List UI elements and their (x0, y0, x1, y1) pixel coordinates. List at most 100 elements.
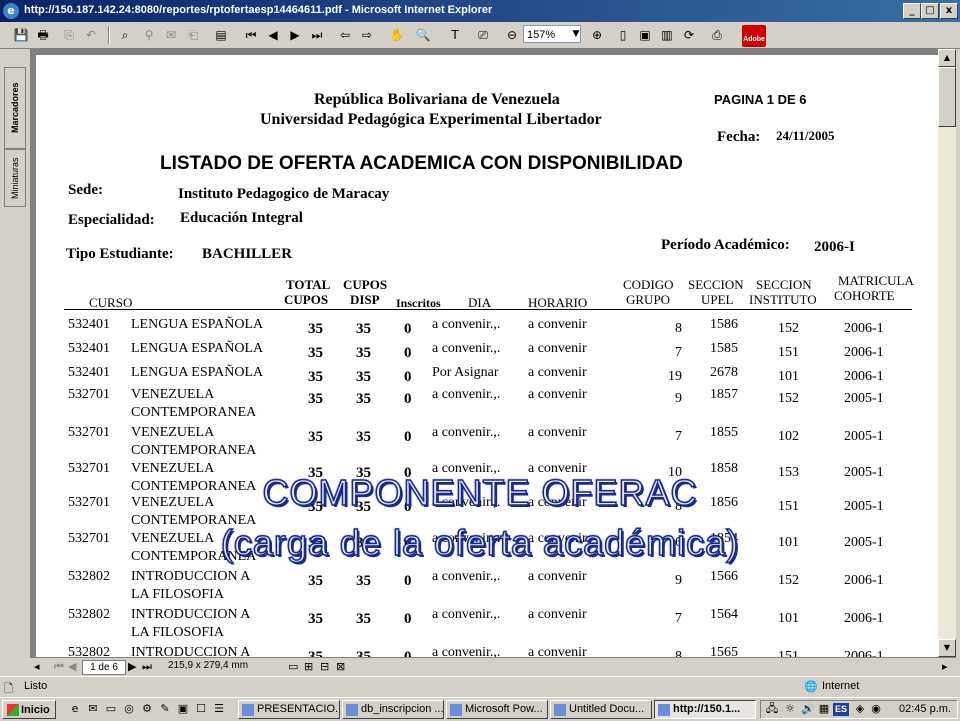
sun-clip-tray-icon[interactable]: ☼ (783, 702, 797, 716)
cell-cohorte: 2006-1 (844, 649, 884, 657)
chevron-down-icon[interactable]: ▼ (571, 26, 581, 42)
tipo-estudiante-label: Tipo Estudiante: (66, 246, 174, 262)
print-icon[interactable]: 🖶 (34, 26, 52, 44)
scroll-up-icon[interactable]: ▲ (938, 49, 956, 67)
ie-quicklaunch-icon[interactable]: e (68, 702, 82, 716)
cell-grupo: 19 (668, 369, 682, 384)
start-button[interactable]: Inicio (2, 700, 56, 719)
header-total-cupos-2: CUPOS (284, 292, 329, 307)
copy-icon[interactable]: ⎘ (60, 26, 78, 44)
page-number-input[interactable]: 1 de 6 (82, 660, 126, 675)
fit-page-icon[interactable]: ▣ (636, 26, 654, 44)
cell-insc: 0 (404, 369, 412, 385)
task-http[interactable]: http://150.1... (654, 700, 756, 719)
tab-marcadores[interactable]: Marcadores (4, 67, 26, 149)
first-page-status-icon[interactable]: ⏮ (54, 659, 64, 675)
cell-cohorte: 2006-1 (844, 345, 884, 360)
email-icon[interactable]: ✉ (162, 26, 180, 44)
next-page-status-icon[interactable]: ▶ (128, 659, 136, 675)
back-icon[interactable]: ⇦ (336, 26, 354, 44)
close-button[interactable]: x (940, 3, 958, 19)
next-page-icon[interactable]: ▶ (286, 26, 304, 44)
cell-disp: 35 (356, 321, 371, 337)
windows-taskbar: Inicio e ✉ ▭ ◎ ⚙ ✎ ▣ ☐ ☰ PRESENTACIO... … (0, 697, 960, 721)
undo-icon[interactable]: ↶ (82, 26, 100, 44)
windows-logo-icon (7, 704, 19, 716)
cell-code: 532401 (68, 365, 110, 380)
single-page-icon[interactable]: ▭ (288, 659, 298, 675)
app6-quicklaunch-icon[interactable]: ☰ (212, 702, 226, 716)
last-page-status-icon[interactable]: ⏭ (142, 659, 152, 675)
app4-quicklaunch-icon[interactable]: ▣ (176, 702, 190, 716)
page-dimensions: 215,9 x 279,4 mm (168, 660, 249, 671)
zoom-tool-icon[interactable]: 🔍 (414, 26, 432, 44)
bookmarks-icon[interactable]: ▤ (212, 26, 230, 44)
last-page-icon[interactable]: ⏭ (308, 26, 326, 44)
tray-app-icon[interactable]: ▦ (817, 702, 831, 716)
prev-page-status-icon[interactable]: ◀ (68, 659, 76, 675)
cell-name1: INTRODUCCION A (131, 607, 251, 622)
tab-miniaturas[interactable]: Miniaturas (4, 149, 26, 207)
cell-cohorte: 2006-1 (844, 321, 884, 336)
continuous-icon[interactable]: ⊞ (304, 659, 313, 675)
outlook-quicklaunch-icon[interactable]: ✉ (86, 702, 100, 716)
scroll-thumb[interactable] (938, 67, 956, 127)
app2-quicklaunch-icon[interactable]: ⚙ (140, 702, 154, 716)
cell-total: 35 (308, 611, 323, 627)
cell-grupo: 7 (675, 429, 682, 444)
task-label: Untitled Docu... (569, 703, 645, 715)
tray-app3-icon[interactable]: ◉ (869, 702, 883, 716)
app-quicklaunch-icon[interactable]: ◎ (122, 702, 136, 716)
cell-total: 35 (308, 369, 323, 385)
volume-tray-icon[interactable]: 🔊 (801, 702, 815, 716)
network-tray-icon[interactable]: 🖧 (765, 702, 779, 716)
text-select-icon[interactable]: T (446, 26, 464, 44)
forward-icon[interactable]: ⇨ (358, 26, 376, 44)
hand-tool-icon[interactable]: ✋ (388, 26, 406, 44)
fit-width-icon[interactable]: ▥ (658, 26, 676, 44)
scroll-right-icon[interactable]: ▸ (942, 659, 948, 675)
facing-icon[interactable]: ⊟ (320, 659, 329, 675)
cell-dia: a convenir.,. (432, 569, 501, 584)
save-icon[interactable]: 💾 (12, 26, 30, 44)
tray-app2-icon[interactable]: ◈ (853, 702, 867, 716)
search-icon[interactable]: ⚲ (140, 26, 158, 44)
tools-menu-icon[interactable]: ⎙ (708, 26, 726, 44)
zoom-in-icon[interactable]: ⊕ (588, 26, 606, 44)
snapshot-icon[interactable]: ⎚ (474, 26, 492, 44)
task-label: db_inscripcion ... (361, 703, 444, 715)
language-indicator[interactable]: ES (833, 703, 849, 716)
cell-insc: 0 (404, 391, 412, 407)
maximize-button[interactable]: □ (921, 3, 939, 19)
task-presentacion[interactable]: PRESENTACIO... (238, 700, 340, 719)
scroll-left-icon[interactable]: ◂ (34, 659, 40, 675)
continuous-facing-icon[interactable]: ⊠ (336, 659, 345, 675)
cell-dia: a convenir.,. (432, 317, 501, 332)
window-title: http://150.187.142.24:8080/reportes/rpto… (24, 4, 493, 16)
zoom-out-icon[interactable]: ⊖ (503, 26, 521, 44)
desktop-quicklaunch-icon[interactable]: ▭ (104, 702, 118, 716)
attach-icon[interactable]: ⎗ (184, 26, 202, 44)
prev-page-icon[interactable]: ◀ (264, 26, 282, 44)
adobe-logo-icon[interactable]: Adobe (742, 25, 766, 47)
taskbar-clock[interactable]: 02:45 p.m. (899, 701, 951, 718)
cell-total: 35 (308, 429, 323, 445)
vertical-scrollbar[interactable]: ▲ ▼ (938, 49, 956, 657)
window-titlebar[interactable]: e http://150.187.142.24:8080/reportes/rp… (0, 0, 960, 22)
minimize-button[interactable]: _ (903, 3, 921, 19)
scroll-down-icon[interactable]: ▼ (938, 639, 956, 657)
first-page-icon[interactable]: ⏮ (242, 26, 260, 44)
header-total-cupos-1: TOTAL (286, 277, 331, 292)
task-db-inscripcion[interactable]: db_inscripcion ... (342, 700, 444, 719)
document-viewport[interactable]: República Bolivariana de Venezuela Unive… (30, 49, 938, 657)
task-microsoft-pow[interactable]: Microsoft Pow... (446, 700, 548, 719)
rotate-icon[interactable]: ⟳ (680, 26, 698, 44)
task-untitled-docu[interactable]: Untitled Docu... (550, 700, 652, 719)
app3-quicklaunch-icon[interactable]: ✎ (158, 702, 172, 716)
find-icon[interactable]: ⌕ (116, 26, 134, 44)
cell-upel: 1855 (710, 425, 738, 440)
app5-quicklaunch-icon[interactable]: ☐ (194, 702, 208, 716)
actual-size-icon[interactable]: ▯ (614, 26, 632, 44)
cell-inst: 101 (778, 369, 799, 384)
cell-code: 532802 (68, 569, 110, 584)
